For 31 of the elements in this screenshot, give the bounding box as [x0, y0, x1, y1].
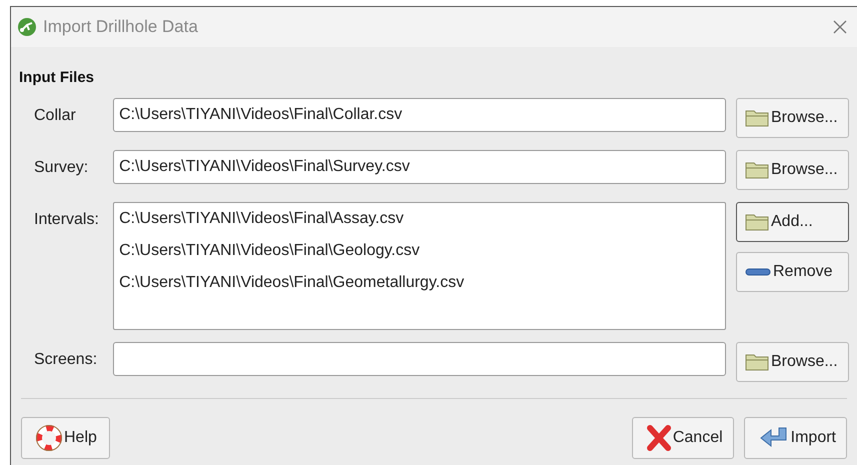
close-icon[interactable] — [833, 20, 847, 34]
button[interactable]: Remove — [736, 252, 849, 292]
list-item[interactable]: C:\Users\TIYANI\Videos\Final\Assay.csv — [114, 206, 725, 238]
lifebuoy-icon — [36, 424, 62, 450]
field-label: Collar — [33, 106, 77, 126]
list-item[interactable]: C:\Users\TIYANI\Videos\Final\Geology.csv — [114, 238, 725, 270]
folder-icon — [745, 352, 769, 370]
field-label: Screens: — [33, 350, 98, 370]
button[interactable]: Add... — [736, 202, 849, 242]
window-title: Import Drillhole Data — [43, 16, 198, 38]
app-icon — [17, 17, 37, 37]
return-arrow-icon — [758, 426, 789, 450]
path-field[interactable] — [113, 342, 726, 376]
field-label: Survey: — [33, 158, 90, 178]
section-title: Input Files — [19, 68, 95, 88]
file-list[interactable]: C:\Users\TIYANI\Videos\Final\Assay.csv C:\Users\TIYANI\Videos\Final\Geology.csv C:\Users\TIYANI\Videos\Final\Geometallurgy.csv — [113, 202, 726, 330]
path-field[interactable]: C:\Users\TIYANI\Videos\Final\Survey.csv — [113, 150, 726, 184]
button[interactable]: Browse... — [736, 98, 849, 138]
list-item[interactable]: C:\Users\TIYANI\Videos\Final\Geometallurgy.csv — [114, 270, 725, 302]
cross-icon — [646, 424, 671, 450]
folder-icon — [745, 212, 769, 230]
minus-icon — [745, 268, 771, 276]
field-label: Intervals: — [33, 210, 100, 230]
path-field[interactable]: C:\Users\TIYANI\Videos\Final\Collar.csv — [113, 98, 726, 132]
folder-icon — [745, 108, 769, 126]
button[interactable]: Browse... — [736, 150, 849, 190]
button[interactable]: Help — [21, 416, 110, 458]
button[interactable]: Cancel — [632, 416, 734, 458]
folder-icon — [745, 160, 769, 178]
button[interactable]: Import — [744, 416, 847, 458]
button[interactable]: Browse... — [736, 342, 849, 382]
